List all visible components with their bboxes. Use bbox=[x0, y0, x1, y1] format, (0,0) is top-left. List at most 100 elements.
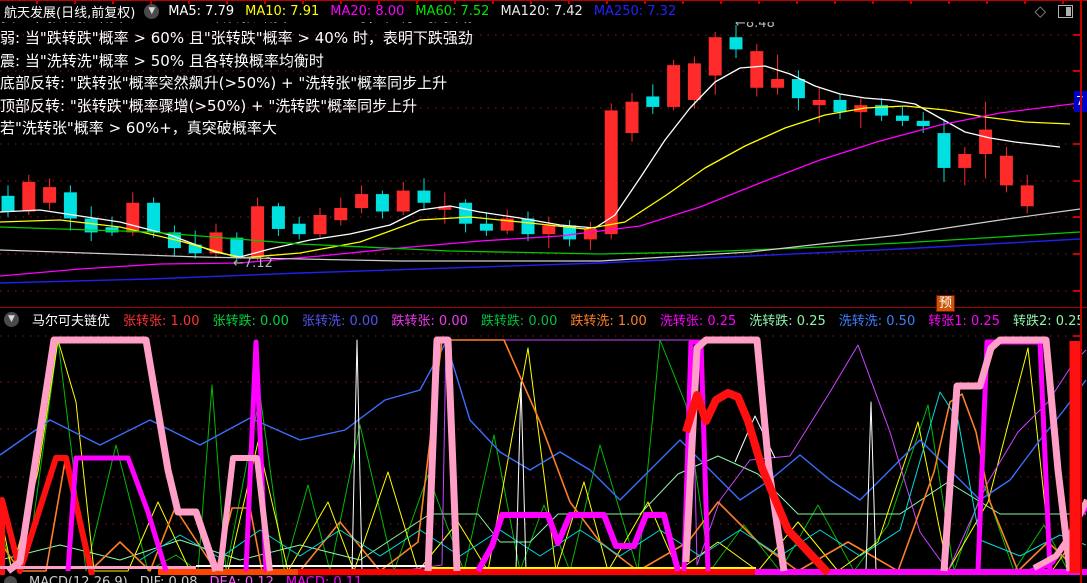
indicator-line bbox=[734, 415, 776, 463]
candle-body bbox=[63, 192, 77, 219]
indicator-line bbox=[351, 339, 363, 572]
candle-body bbox=[1020, 185, 1034, 207]
chevron-down-icon[interactable]: ▼ bbox=[4, 312, 19, 327]
legend-item: 洗转跌: 0.25 bbox=[749, 314, 826, 329]
indicator-line bbox=[865, 401, 877, 572]
candle-body bbox=[563, 225, 577, 240]
indicator-line bbox=[0, 339, 1079, 572]
indicator-baseline-bar bbox=[196, 565, 430, 567]
indicator-line bbox=[0, 455, 95, 576]
legend-item: 跌转张: 0.00 bbox=[391, 314, 468, 329]
candle-body bbox=[396, 190, 410, 212]
indicator-line-thick bbox=[940, 336, 1074, 572]
indicator-line-thick bbox=[475, 512, 681, 573]
ma-label: MA120: 7.42 bbox=[500, 4, 583, 19]
indicator-baseline-bar bbox=[0, 566, 196, 569]
pane-separator[interactable] bbox=[0, 307, 1087, 308]
candle-body bbox=[43, 187, 57, 203]
indicator-line bbox=[0, 341, 1087, 501]
candle-body bbox=[459, 202, 473, 224]
diamond-icon[interactable]: ◇ bbox=[1034, 4, 1046, 19]
ma-line-ma250 bbox=[0, 238, 1081, 284]
bottom-bar-label: MACD(12,26,9) bbox=[29, 575, 128, 583]
ma-label: MA20: 8.00 bbox=[330, 4, 405, 19]
stock-title: 航天发展(日线,前复权) bbox=[4, 6, 136, 21]
ma-label: MA250: 7.32 bbox=[593, 4, 677, 19]
indicator-line-thick bbox=[681, 339, 711, 572]
indicator-line bbox=[0, 339, 1069, 572]
indicator-note-line: 弱: 当"跌转跌"概率 > 60% 且"张转跌"概率 > 40% 时，表明下跌强… bbox=[0, 29, 473, 48]
indicator-title: 马尔可夫链优 bbox=[32, 314, 111, 329]
forecast-marker-badge: 预 bbox=[936, 295, 956, 312]
top-frame-ticks bbox=[0, 1, 1087, 4]
ma-value-labels: MA5: 7.79 MA10: 7.91 MA20: 8.00 MA60: 7.52 M… bbox=[168, 4, 676, 19]
ma-label: MA5: 7.79 bbox=[168, 4, 235, 19]
indicator-line bbox=[0, 455, 1086, 561]
candle-body bbox=[417, 190, 431, 203]
indicator-line-thick bbox=[682, 389, 831, 576]
indicator-baseline-bar bbox=[430, 567, 756, 569]
ma-line-ma120 bbox=[0, 208, 1081, 262]
chevron-down-icon[interactable]: ▼ bbox=[144, 4, 160, 19]
legend-item: 跌转跌: 0.00 bbox=[480, 314, 558, 329]
indicator-note-line: 顶部反转: "张转跌"概率骤增(>50%) + "洗转跌"概率同步上升 bbox=[0, 96, 418, 115]
legend-item: 洗转洗: 0.50 bbox=[838, 314, 916, 329]
candle-body bbox=[438, 206, 452, 210]
indicator-line-thick bbox=[682, 336, 788, 572]
indicator-note-line: 若"洗转张"概率 > 60%+，真突破概率大 bbox=[0, 119, 277, 138]
candle-body bbox=[334, 208, 348, 221]
indicator-line-thick bbox=[65, 455, 169, 572]
candle-body bbox=[147, 202, 161, 233]
legend-item: 洗转张: 0.25 bbox=[659, 314, 737, 329]
bottom-bar-label: MACD: 0.11 bbox=[285, 575, 363, 583]
ma-label: MA60: 7.52 bbox=[415, 4, 490, 19]
candle-body bbox=[209, 232, 223, 254]
chevron-icon[interactable] bbox=[4, 576, 17, 583]
ma-label: MA10: 7.91 bbox=[245, 4, 320, 19]
candle-body bbox=[500, 218, 514, 231]
indicator-line-thick bbox=[1026, 505, 1087, 576]
indicator-legend-bar: ▼ 马尔可夫链优 张转张: 1.00 张转跌: 0.00 张转洗: 0.00 跌转张:… bbox=[0, 309, 1082, 330]
candle-body bbox=[105, 227, 119, 233]
legend-item: 张转洗: 0.00 bbox=[301, 314, 379, 329]
indicator-line bbox=[139, 391, 1087, 561]
candle-body bbox=[375, 194, 389, 212]
candle-body bbox=[958, 153, 972, 168]
indicator-note-line: 底部反转: "跌转张"概率突然飙升(>50%) + "洗转张"概率同步上升 bbox=[0, 74, 448, 93]
candle-body bbox=[251, 206, 265, 257]
candle-body bbox=[84, 218, 98, 233]
indicator-note-line: 震: 当"洗转洗"概率 > 50% 且各转换概率均衡时 bbox=[0, 51, 324, 70]
candle-body bbox=[542, 225, 556, 235]
indicator-line bbox=[0, 339, 1087, 572]
indicator-line-thick bbox=[424, 336, 461, 572]
legend-items: 张转张: 1.00 张转跌: 0.00 张转洗: 0.00 跌转张: 0.00 跌转跌:… bbox=[123, 310, 1082, 329]
legend-item: 张转跌: 0.00 bbox=[212, 314, 289, 329]
bottom-bar-label: DEA: 0.12 bbox=[209, 575, 274, 583]
right-frame-border bbox=[1080, 0, 1082, 583]
candle-body bbox=[313, 214, 327, 235]
candle-body bbox=[126, 202, 140, 233]
trading-terminal: { "top_bar": { "title": "航天发展(日线,前复权)", … bbox=[0, 0, 1087, 583]
candle-body bbox=[167, 232, 181, 249]
candle-body bbox=[292, 223, 306, 235]
legend-item: 张转张: 1.00 bbox=[123, 314, 200, 329]
indicator-line bbox=[399, 339, 1087, 572]
indicator-line-thick bbox=[975, 339, 1053, 572]
candle-body bbox=[999, 155, 1013, 186]
candle-body bbox=[271, 206, 285, 229]
candle-body bbox=[188, 244, 202, 254]
indicator-line bbox=[515, 381, 527, 572]
bottom-bar-label: DIF: 0.08 bbox=[139, 575, 198, 583]
bottom-bar-items: MACD(12,26,9) DIF: 0.08 DEA: 0.12 MACD: 0.1… bbox=[29, 575, 362, 583]
bottom-indicator-bar: MACD(12,26,9) DIF: 0.08 DEA: 0.12 MACD: 0.1… bbox=[0, 575, 1087, 583]
legend-item: 转张1: 0.25 bbox=[928, 314, 1000, 329]
candle-body bbox=[1, 195, 15, 212]
candle-body bbox=[22, 181, 36, 212]
candle-body bbox=[583, 228, 597, 240]
candle-body bbox=[479, 223, 493, 231]
split-pane-icon[interactable] bbox=[1058, 5, 1073, 18]
candle-body bbox=[230, 237, 244, 257]
candle-body bbox=[521, 218, 535, 235]
low-price-label: ←7.12 bbox=[233, 256, 273, 271]
indicator-line-thick bbox=[5, 336, 220, 574]
